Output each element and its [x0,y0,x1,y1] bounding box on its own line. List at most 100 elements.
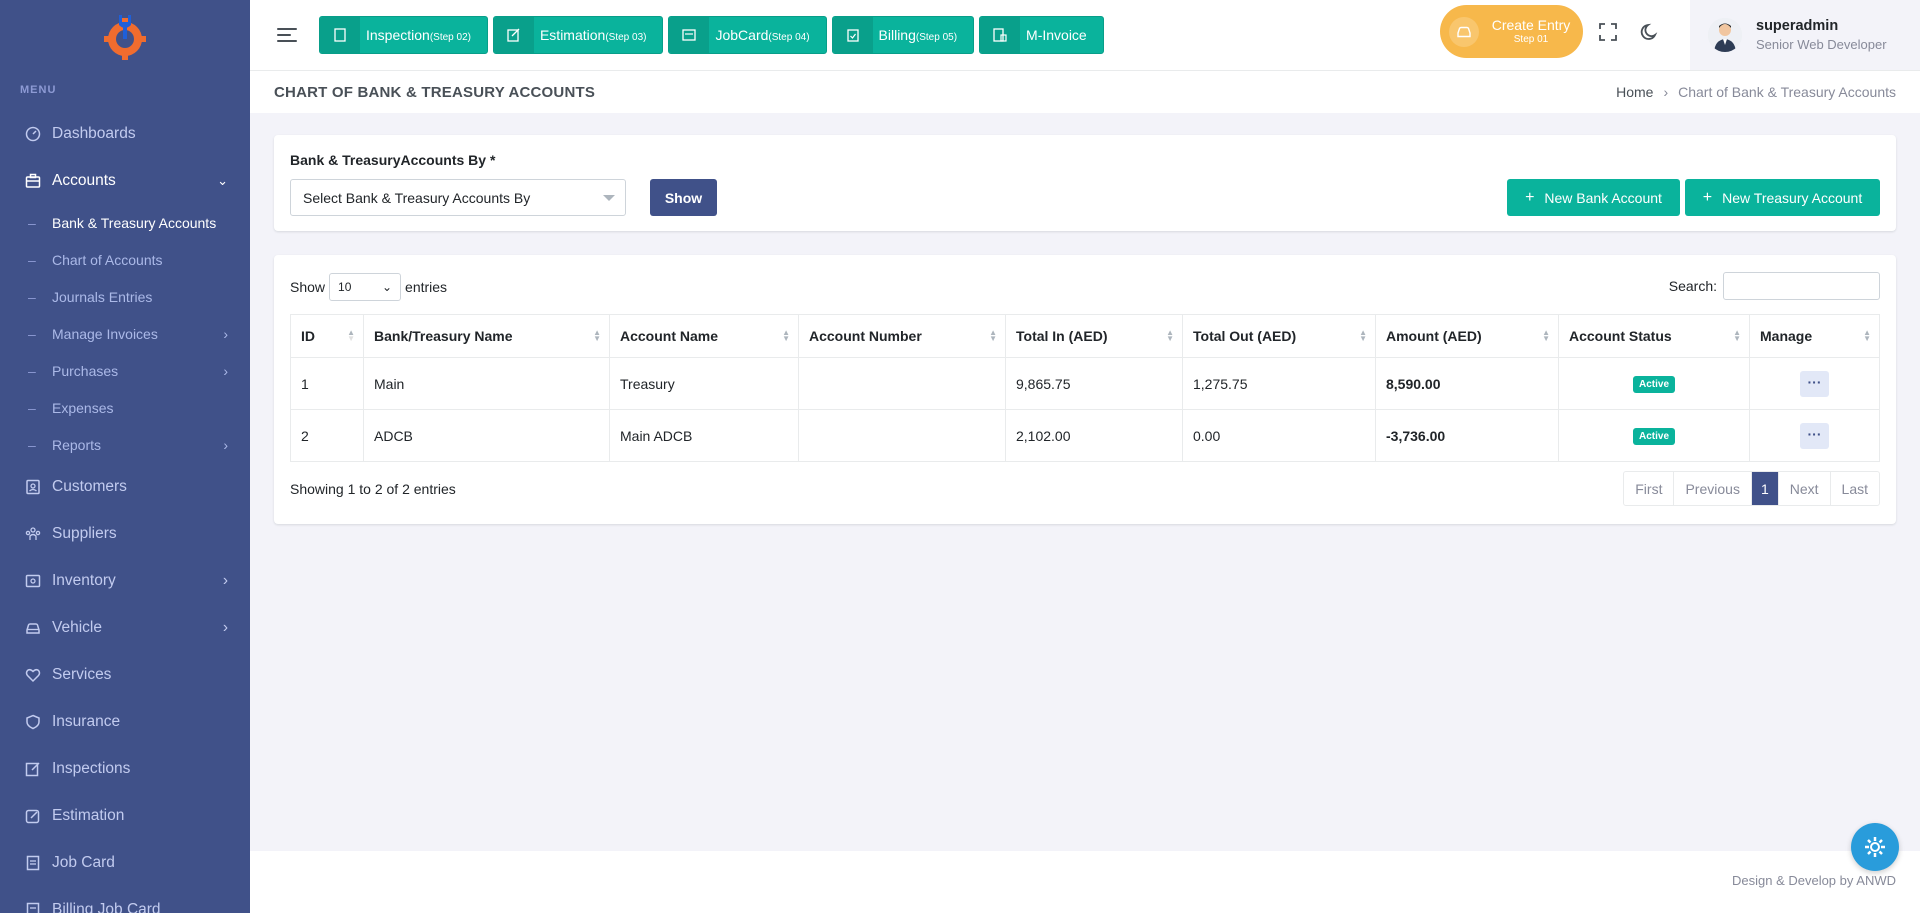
cell-manage: ··· [1749,357,1880,410]
table-row: 1 Main Treasury 9,865.75 1,275.75 8,590.… [290,357,1880,410]
table-card: Show 10 ⌄ entries Search: ID ▲ ▼ Bank/Trea… [274,255,1896,524]
car-icon [24,619,42,637]
column-header-total-out[interactable]: Total Out (AED) ▲ ▼ [1182,314,1376,358]
step-jobcard-button[interactable]: JobCard(Step 04) [668,16,827,54]
sidebar-item-billing-job-card[interactable]: Billing Job Card [0,886,250,913]
column-header-amount[interactable]: Amount (AED) ▲ ▼ [1375,314,1559,358]
step-inspection-button[interactable]: Inspection(Step 02) [319,16,488,54]
user-profile[interactable]: superadmin Senior Web Developer [1690,0,1920,70]
contacts-icon [24,478,42,496]
chevron-down-icon: ⌄ [381,280,393,294]
accounts-table: ID ▲ ▼ Bank/Treasury Name ▲ ▼ Account Name ▲ ▼… [290,314,1880,462]
step-estimation-button[interactable]: Estimation(Step 03) [492,16,664,54]
pager-last[interactable]: Last [1831,472,1879,505]
sidebar-sub-journals[interactable]: – Journals Entries [0,278,250,315]
settings-gear-button[interactable] [1851,823,1899,871]
hamburger-menu-icon[interactable] [277,24,303,46]
cell-bank-name: Main [363,357,610,410]
group-icon [24,525,42,543]
column-header-bank-name[interactable]: Bank/Treasury Name ▲ ▼ [363,314,610,358]
create-entry-button[interactable]: Create Entry Step 01 [1440,5,1583,58]
gear-icon [1865,837,1885,857]
breadcrumb-separator: › [1663,84,1669,100]
cell-account-name: Treasury [609,357,799,410]
sidebar-item-vehicle[interactable]: Vehicle › [0,604,250,651]
sidebar-item-insurance[interactable]: Insurance [0,698,250,745]
cell-status: Active [1558,357,1750,410]
sidebar-item-estimation[interactable]: Estimation [0,792,250,839]
column-header-total-in[interactable]: Total In (AED) ▲ ▼ [1005,314,1183,358]
sidebar-sub-reports[interactable]: – Reports › [0,426,250,463]
cell-id: 2 [290,409,364,462]
sidebar-item-services[interactable]: Services [0,651,250,698]
car-icon [1449,16,1479,47]
chevron-right-icon: › [223,362,228,379]
step-billing-button[interactable]: Billing(Step 05) [831,16,975,54]
chevron-right-icon: › [223,325,228,342]
breadcrumb-current: Chart of Bank & Treasury Accounts [1678,84,1896,100]
search-wrap: Search: [1669,272,1880,300]
chevron-right-icon: › [222,571,228,589]
step-m-invoice-button[interactable]: M-Invoice [979,16,1104,54]
inventory-icon [24,572,42,590]
sort-icon: ▲ ▼ [989,328,997,343]
sidebar-sub-chart-of-accounts[interactable]: – Chart of Accounts [0,241,250,278]
sidebar-sub-manage-invoices[interactable]: – Manage Invoices › [0,315,250,352]
show-entries: Show 10 ⌄ entries [290,273,447,301]
pager-previous[interactable]: Previous [1674,472,1752,505]
page-title: CHART OF BANK & TREASURY ACCOUNTS [274,83,596,101]
pager-page-1[interactable]: 1 [1751,472,1779,505]
new-bank-account-button[interactable]: + New Bank Account [1507,179,1680,216]
sidebar-item-job-card[interactable]: Job Card [0,839,250,886]
show-button[interactable]: Show [650,179,717,216]
column-header-account-name[interactable]: Account Name ▲ ▼ [609,314,799,358]
sidebar-item-inventory[interactable]: Inventory › [0,557,250,604]
sort-icon: ▲ ▼ [1863,328,1871,343]
accounts-by-select[interactable]: Select Bank & Treasury Accounts By [290,179,626,216]
file-icon [24,854,42,872]
sidebar: MENU Dashboards Accounts ⌄ – Bank & Treas… [0,0,250,913]
new-treasury-account-button[interactable]: + New Treasury Account [1685,179,1880,216]
filter-card: Bank & TreasuryAccounts By * Select Bank… [274,135,1896,231]
status-badge: Active [1632,428,1675,445]
sort-asc-icon: ▲ ▼ [347,328,355,343]
sidebar-item-inspections[interactable]: Inspections [0,745,250,792]
sidebar-sub-bank-treasury[interactable]: – Bank & Treasury Accounts [0,204,250,241]
table-row: 2 ADCB Main ADCB 2,102.00 0.00 -3,736.00… [290,409,1880,462]
manage-menu-button[interactable]: ··· [1800,370,1829,397]
cell-status: Active [1558,409,1750,462]
sidebar-sub-purchases[interactable]: – Purchases › [0,352,250,389]
pager-next[interactable]: Next [1779,472,1831,505]
moon-icon[interactable] [1640,22,1660,45]
shield-icon [24,713,42,731]
cell-account-number [798,357,1006,410]
sidebar-item-customers[interactable]: Customers [0,463,250,510]
column-header-account-number[interactable]: Account Number ▲ ▼ [798,314,1006,358]
sort-icon: ▲ ▼ [593,328,601,343]
entries-select[interactable]: 10 ⌄ [329,273,402,301]
manage-menu-button[interactable]: ··· [1800,422,1829,449]
cell-total-in: 2,102.00 [1005,409,1183,462]
sidebar-item-suppliers[interactable]: Suppliers [0,510,250,557]
topbar: Inspection(Step 02) Estimation(Step 03) … [250,0,1920,70]
cell-amount: -3,736.00 [1375,409,1559,462]
clipboard-icon [832,17,873,53]
search-input[interactable] [1723,272,1880,300]
plus-icon: + [1702,188,1713,206]
sidebar-item-accounts[interactable]: Accounts ⌄ [0,157,250,204]
sidebar-sub-expenses[interactable]: – Expenses [0,389,250,426]
column-header-id[interactable]: ID ▲ ▼ [290,314,364,358]
footer-credit: Design & Develop by ANWD [1731,873,1896,888]
sidebar-item-dashboards[interactable]: Dashboards [0,110,250,157]
column-header-manage[interactable]: Manage ▲ ▼ [1749,314,1880,358]
table-info: Showing 1 to 2 of 2 entries [290,481,456,497]
footer: Design & Develop by ANWD [250,851,1920,913]
cell-total-in: 9,865.75 [1005,357,1183,410]
column-header-status[interactable]: Account Status ▲ ▼ [1558,314,1750,358]
sort-icon: ▲ ▼ [1166,328,1174,343]
app-logo[interactable] [0,0,250,72]
fullscreen-icon[interactable] [1598,22,1618,45]
edit-icon [24,807,42,825]
pager-first[interactable]: First [1624,472,1675,505]
breadcrumb-home-link[interactable]: Home [1616,84,1653,100]
